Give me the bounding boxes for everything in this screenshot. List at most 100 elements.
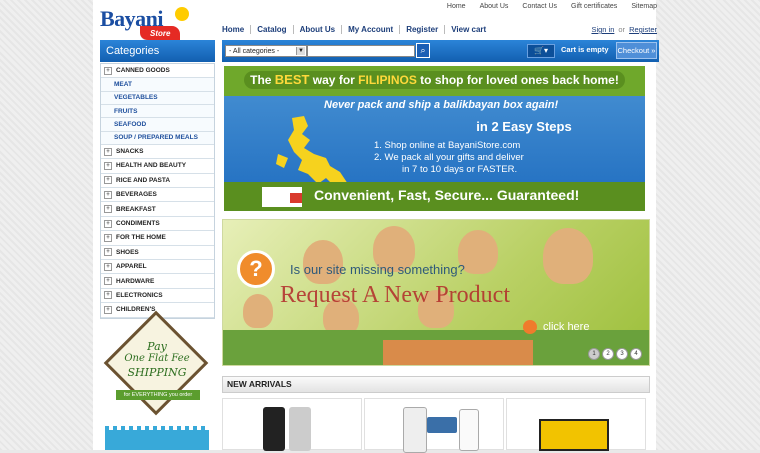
click-here-link[interactable]: click here [543, 321, 589, 333]
expand-icon[interactable]: + [104, 262, 112, 271]
top-link-contact[interactable]: Contact Us [522, 3, 557, 10]
checkout-button[interactable]: Checkout » [616, 42, 657, 59]
category-hardware[interactable]: + HARDWARE [101, 274, 214, 289]
expand-icon[interactable]: + [104, 205, 112, 214]
expand-icon[interactable]: + [104, 248, 112, 257]
philippines-map-icon [276, 116, 348, 188]
category-label: HARDWARE [116, 277, 155, 285]
search-input[interactable] [307, 45, 415, 57]
category-label: SNACKS [116, 148, 144, 156]
ipod-image [289, 407, 311, 451]
category-label: ELECTRONICS [116, 291, 163, 299]
chevron-down-icon: ▼ [296, 47, 305, 55]
background-left [0, 0, 93, 450]
category-snacks[interactable]: + SNACKS [101, 145, 214, 160]
top-link-sitemap[interactable]: Sitemap [631, 3, 657, 10]
category-label: HEALTH AND BEAUTY [116, 162, 187, 170]
new-arrivals-header: NEW ARRIVALS [222, 376, 650, 393]
subcategory-vegetables[interactable]: VEGETABLES [101, 91, 214, 105]
banner-pager: 1 2 3 4 [588, 348, 642, 360]
expand-icon[interactable]: + [104, 190, 112, 199]
product-card[interactable] [506, 398, 646, 451]
generator-image [539, 419, 609, 451]
category-canned-goods[interactable]: + CANNED GOODS [101, 64, 214, 79]
nav-register[interactable]: Register [399, 25, 444, 34]
category-condiments[interactable]: + CONDIMENTS [101, 217, 214, 232]
person-image [543, 228, 593, 284]
hero-banner[interactable]: The BEST way for FILIPINOS to shop for l… [224, 66, 645, 211]
expand-icon[interactable]: + [104, 66, 112, 75]
search-button[interactable]: ⌕ [416, 43, 430, 58]
account-links: Sign in or Register [591, 25, 657, 34]
delivery-truck-icon [262, 187, 302, 207]
step-2: 2. We pack all your gifts and deliver [374, 152, 524, 163]
product-card[interactable] [364, 398, 504, 453]
ipod-image [263, 407, 285, 451]
nav-view-cart[interactable]: View cart [444, 25, 492, 34]
pager-dot-3[interactable]: 3 [616, 348, 628, 360]
category-label: CANNED GOODS [116, 67, 170, 75]
cart-button[interactable]: 🛒▾ [527, 44, 555, 58]
expand-icon[interactable]: + [104, 291, 112, 300]
subcategory-soup[interactable]: SOUP / PREPARED MEALS [101, 131, 214, 145]
register-link[interactable]: Register [629, 25, 657, 34]
category-for-the-home[interactable]: + FOR THE HOME [101, 231, 214, 246]
category-label: FOR THE HOME [116, 234, 166, 242]
category-select[interactable]: - All categories - ▼ [225, 45, 307, 57]
category-electronics[interactable]: + ELECTRONICS [101, 289, 214, 304]
subcategory-fruits[interactable]: FRUITS [101, 104, 214, 119]
step-1: 1. Shop online at BayaniStore.com [374, 140, 521, 151]
steps-list: 1. Shop online at BayaniStore.com 2. We … [374, 140, 634, 176]
product-card[interactable] [222, 398, 362, 451]
top-link-gift-certificates[interactable]: Gift certificates [571, 3, 617, 10]
iphone-image [403, 407, 427, 453]
expand-icon[interactable]: + [104, 219, 112, 228]
category-beverages[interactable]: + BEVERAGES [101, 188, 214, 203]
request-product-banner[interactable]: ? Is our site missing something? Request… [222, 219, 650, 366]
promo-line2: One Flat Fee [124, 353, 190, 364]
expand-icon[interactable]: + [104, 147, 112, 156]
background-right [656, 0, 760, 450]
sign-in-link[interactable]: Sign in [591, 25, 614, 34]
promo-line1: Pay [147, 340, 167, 353]
pager-dot-4[interactable]: 4 [630, 348, 642, 360]
category-label: APPAREL [116, 263, 147, 271]
category-apparel[interactable]: + APPAREL [101, 260, 214, 275]
sun-icon [175, 7, 189, 21]
promo-ribbon: for EVERYTHING you order [116, 390, 200, 400]
person-image [243, 294, 273, 328]
nav-home[interactable]: Home [222, 25, 250, 34]
nav-catalog[interactable]: Catalog [250, 25, 292, 34]
banner-guarantee: Convenient, Fast, Secure... Guaranteed! [314, 187, 580, 203]
subcategory-meat[interactable]: MEAT [101, 78, 214, 92]
banner-question: Is our site missing something? [290, 262, 465, 277]
gift-bags [383, 340, 533, 365]
banner-request: Request A New Product [280, 282, 510, 308]
zigzag-banner [105, 426, 209, 450]
pager-dot-1[interactable]: 1 [588, 348, 600, 360]
expand-icon[interactable]: + [104, 176, 112, 185]
cart-icon: 🛒▾ [534, 46, 548, 55]
category-breakfast[interactable]: + BREAKFAST [101, 202, 214, 217]
category-rice-pasta[interactable]: + RICE AND PASTA [101, 174, 214, 189]
main-nav: Home Catalog About Us My Account Registe… [222, 25, 492, 34]
banner-headline: The BEST way for FILIPINOS to shop for l… [244, 71, 625, 89]
top-link-home[interactable]: Home [447, 3, 466, 10]
nav-my-account[interactable]: My Account [341, 25, 399, 34]
expand-icon[interactable]: + [104, 233, 112, 242]
steps-title: in 2 Easy Steps [476, 119, 572, 134]
logo-sub: Store [140, 26, 181, 42]
category-shoes[interactable]: + SHOES [101, 246, 214, 260]
expand-icon[interactable]: + [104, 161, 112, 170]
top-link-about[interactable]: About Us [480, 3, 509, 10]
subcategory-seafood[interactable]: SEAFOOD [101, 118, 214, 132]
promo-line3: SHIPPING [127, 366, 187, 379]
flat-fee-shipping-promo[interactable]: Pay One Flat Fee SHIPPING for EVERYTHING… [103, 310, 209, 416]
bayani-store-logo[interactable]: Bayani Store [100, 6, 215, 42]
banner-top-strip: The BEST way for FILIPINOS to shop for l… [224, 66, 645, 96]
nav-about-us[interactable]: About Us [292, 25, 342, 34]
pager-dot-2[interactable]: 2 [602, 348, 614, 360]
expand-icon[interactable]: + [104, 277, 112, 286]
category-health-beauty[interactable]: + HEALTH AND BEAUTY [101, 159, 214, 174]
category-select-value: - All categories - [229, 48, 280, 55]
